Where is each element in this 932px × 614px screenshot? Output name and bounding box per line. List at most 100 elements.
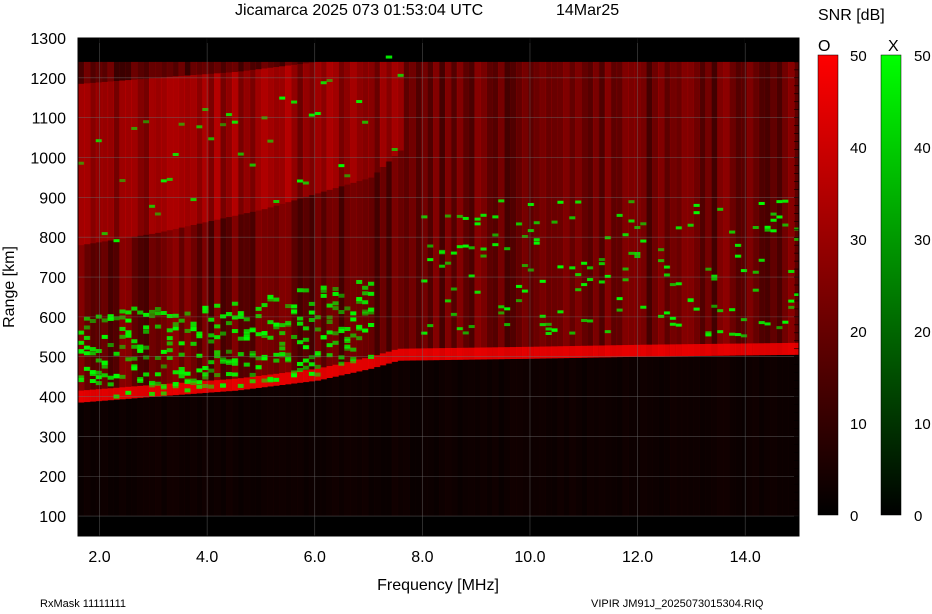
x-echo-speckle	[314, 327, 322, 332]
x-echo-speckle	[208, 360, 215, 365]
x-echo-speckle	[362, 328, 369, 333]
x-echo-speckle	[95, 139, 103, 143]
x-echo-speckle	[279, 331, 286, 336]
o-trace-edge	[521, 346, 529, 359]
o-multihop-band	[143, 61, 150, 235]
x-echo-speckle	[729, 308, 736, 312]
x-echo-speckle	[267, 376, 274, 381]
x-echo-speckle	[214, 324, 221, 329]
o-echo-band	[705, 61, 712, 356]
o-echo-band	[693, 61, 700, 357]
x-echo-speckle	[196, 368, 203, 373]
o-trace-edge	[362, 358, 369, 371]
x-echo-speckle	[160, 311, 168, 316]
o-trace-edge	[758, 343, 766, 356]
x-echo-speckle	[160, 179, 168, 183]
x-echo-speckle	[320, 288, 328, 293]
x-echo-speckle	[119, 334, 126, 339]
o-echo-band	[521, 61, 529, 359]
x-echo-speckle	[196, 331, 203, 336]
x-echo-speckle	[125, 310, 132, 315]
y-tick-label: 600	[39, 310, 66, 327]
o-trace-edge	[285, 372, 292, 385]
x-echo-speckle	[208, 368, 215, 373]
o-multihop-band	[373, 61, 381, 173]
x-echo-speckle	[107, 382, 115, 387]
x-echo-speckle	[450, 287, 458, 291]
x-echo-speckle	[356, 100, 363, 104]
o-trace-edge	[344, 362, 351, 375]
o-trace-edge	[154, 384, 162, 397]
x-echo-speckle	[492, 243, 499, 247]
x-echo-speckle	[669, 322, 677, 326]
o-multihop-band	[308, 61, 316, 196]
o-trace-edge	[746, 343, 754, 356]
x-echo-speckle	[515, 299, 523, 303]
x-echo-speckle	[575, 200, 582, 204]
x-echo-speckle	[308, 310, 316, 315]
x-echo-speckle	[296, 361, 304, 366]
x-echo-speckle	[622, 233, 629, 237]
colorbar-x-tick-label: 50	[914, 48, 931, 65]
x-echo-speckle	[196, 353, 203, 358]
x-echo-speckle	[663, 273, 671, 277]
o-echo-band	[646, 61, 653, 357]
o-trace-edge	[658, 344, 665, 357]
x-echo-speckle	[131, 366, 138, 371]
x-echo-speckle	[362, 309, 369, 314]
x-echo-speckle	[770, 229, 777, 233]
x-echo-speckle	[752, 225, 760, 229]
x-echo-speckle	[598, 280, 606, 284]
x-tick-label: 4.0	[196, 549, 218, 566]
x-echo-speckle	[545, 322, 552, 326]
o-echo-band	[687, 61, 695, 357]
x-echo-speckle	[776, 215, 783, 219]
x-echo-speckle	[675, 226, 683, 230]
x-echo-speckle	[267, 335, 274, 340]
x-echo-speckle	[231, 315, 239, 320]
x-echo-speckle	[83, 325, 91, 330]
x-echo-speckle	[143, 355, 150, 360]
x-echo-speckle	[350, 311, 357, 316]
x-echo-speckle	[314, 315, 322, 320]
o-echo-band	[533, 61, 541, 359]
x-echo-speckle	[444, 214, 452, 218]
x-echo-speckle	[569, 266, 576, 270]
x-echo-speckle	[308, 362, 316, 367]
x-echo-speckle	[705, 331, 712, 335]
x-axis: 2.0 4.0 6.0 8.0 10.0 12.0 14.0	[88, 549, 760, 566]
o-echo-band	[782, 61, 789, 355]
x-echo-speckle	[178, 122, 186, 126]
x-echo-speckle	[616, 297, 624, 301]
x-echo-speckle	[261, 303, 268, 308]
o-echo-band	[569, 61, 576, 358]
x-echo-speckle	[740, 334, 748, 338]
o-echo-band	[492, 61, 499, 360]
x-echo-speckle	[220, 314, 227, 319]
o-echo-band	[557, 61, 564, 359]
x-echo-speckle	[456, 245, 464, 249]
x-echo-speckle	[344, 306, 351, 311]
x-echo-speckle	[255, 314, 262, 319]
o-trace-edge	[604, 345, 612, 358]
o-trace-edge	[581, 345, 588, 358]
x-echo-speckle	[166, 328, 174, 333]
x-echo-speckle	[669, 283, 677, 287]
o-trace-edge	[296, 370, 304, 383]
x-echo-speckle	[291, 334, 298, 339]
x-echo-speckle	[504, 247, 511, 251]
o-trace-edge	[89, 389, 97, 402]
o-trace-edge	[557, 346, 564, 359]
colorbar-x-tick-label: 40	[914, 140, 931, 157]
x-echo-speckle	[190, 341, 197, 346]
o-trace-edge	[693, 344, 700, 357]
x-echo-speckle	[143, 120, 150, 124]
o-trace-edge	[391, 349, 399, 362]
x-echo-speckle	[119, 179, 126, 183]
x-echo-speckle	[356, 279, 363, 284]
o-echo-band	[604, 61, 612, 358]
x-echo-speckle	[296, 288, 304, 293]
x-echo-speckle	[551, 220, 558, 224]
x-echo-speckle	[143, 312, 150, 317]
x-echo-speckle	[368, 322, 375, 327]
